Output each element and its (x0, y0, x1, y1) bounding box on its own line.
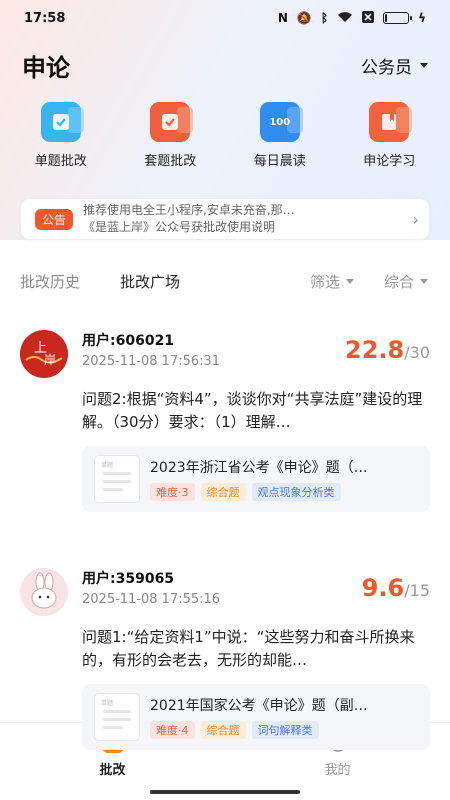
score: 22.8 /30 (345, 336, 430, 364)
feed-tabs: 批改历史 批改广场 筛选 综合 (0, 256, 450, 306)
score-total: /30 (404, 343, 430, 362)
tag-list: 难度·3 综合题 观点现象分析类 (150, 483, 418, 501)
user-name: 用户:606021 (82, 333, 175, 349)
wifi-icon (337, 11, 353, 26)
paper-title: 2021年国家公考《申论》题（副… (150, 698, 368, 714)
announcement-line: 《是蓝上岸》公众号获批改使用说明 (83, 220, 276, 234)
question-text: 问题2:根据“资料4”，谈谈你对“共享法庭”建设的理解。（30分）要求：（1）理… (82, 390, 423, 431)
chevron-down-icon (420, 278, 428, 284)
score-value: 9.6 (361, 574, 405, 602)
thumbnail-label: 单题 (101, 462, 114, 469)
page-header: 申论 公务员 (0, 36, 450, 94)
type-tag: 综合题 (200, 483, 246, 501)
filter-label: 筛选 (309, 272, 340, 291)
announcement-text: 推荐使用电全王小程序,安卓未充奋,那… 《是蓝上岸》公众号获批改使用说明 (83, 202, 403, 236)
no-sim-icon (362, 10, 375, 26)
entry-single-grading[interactable]: 单题批改 (11, 102, 111, 176)
status-icons: N 🔕 ᛒ ϟ (277, 10, 426, 26)
paper-card[interactable]: 单题 2021年国家公考《申论》题（副… 难度·4 综合题 词句解释类 (82, 684, 430, 750)
morning-read-badge: 100 (269, 116, 291, 128)
chevron-down-icon (420, 62, 428, 68)
post-time: 2025-11-08 17:55:16 (82, 592, 221, 607)
difficulty-tag: 难度·3 (150, 483, 195, 501)
post-time: 2025-11-08 17:56:31 (82, 354, 221, 369)
nav-label: 批改 (99, 763, 126, 778)
filter-dropdown[interactable]: 筛选 (310, 271, 354, 292)
study-book-icon (369, 102, 413, 142)
announcement-bar[interactable]: 公告 推荐使用电全王小程序,安卓未充奋,那… 《是蓝上岸》公众号获批改使用说明 … (20, 198, 430, 240)
role-label: 公务员 (361, 57, 412, 78)
sort-dropdown[interactable]: 综合 (384, 271, 428, 292)
paper-thumbnail: 单题 (94, 693, 140, 741)
score-value: 22.8 (345, 336, 405, 364)
quick-entries: 单题批改 套题批改 100 每日晨读 申论学习 (0, 94, 450, 176)
chevron-right-icon: › (412, 209, 419, 229)
nav-label: 我的 (324, 763, 351, 778)
category-tag: 观点现象分析类 (251, 483, 341, 501)
type-tag: 综合题 (200, 721, 246, 739)
feed-post[interactable]: 用户:359065 2025-11-08 17:55:16 9.6 /15 问题… (0, 568, 450, 750)
score-total: /15 (404, 581, 430, 600)
entry-study[interactable]: 申论学习 (339, 102, 439, 176)
page-title: 申论 (22, 53, 70, 82)
paper-thumbnail: 单题 (94, 455, 140, 503)
chevron-down-icon (345, 278, 354, 284)
announcement-badge: 公告 (35, 208, 74, 230)
charging-icon: ϟ (418, 11, 426, 25)
bluetooth-icon: ᛒ (320, 11, 329, 25)
avatar[interactable] (20, 568, 68, 616)
user-name: 用户:359065 (82, 571, 175, 587)
sort-label: 综合 (383, 272, 414, 291)
tag-list: 难度·4 综合题 词句解释类 (150, 721, 418, 739)
home-indicator (150, 790, 300, 794)
question-text: 问题1:“给定资料1”中说：“这些努力和奋斗所换来的，有形的会老去，无形的却能… (82, 628, 415, 669)
entry-label: 套题批改 (144, 154, 197, 169)
status-bar: 17:58 N 🔕 ᛒ ϟ (0, 0, 450, 36)
single-grading-icon (40, 102, 84, 142)
announcement-line: 推荐使用电全王小程序,安卓未充奋,那… (83, 203, 295, 217)
entry-label: 每日晨读 (253, 154, 306, 169)
difficulty-tag: 难度·4 (150, 721, 195, 739)
entry-label: 申论学习 (363, 154, 416, 169)
svg-text:岸: 岸 (44, 353, 56, 367)
grading-feed: 上 岸 用户:606021 2025-11-08 17:56:31 22.8 /… (0, 330, 450, 750)
tab-square[interactable]: 批改广场 (120, 271, 180, 292)
entry-morning-read[interactable]: 100 每日晨读 (230, 102, 330, 176)
role-selector[interactable]: 公务员 (361, 53, 428, 78)
set-grading-icon (150, 102, 194, 142)
mute-icon: 🔕 (296, 11, 312, 25)
feed-post[interactable]: 上 岸 用户:606021 2025-11-08 17:56:31 22.8 /… (0, 330, 450, 512)
score: 9.6 /15 (362, 574, 430, 602)
entry-set-grading[interactable]: 套题批改 (120, 102, 220, 176)
status-time: 17:58 (24, 10, 66, 26)
battery-icon (383, 12, 413, 24)
paper-title: 2023年浙江省公考《申论》题（… (150, 460, 368, 476)
avatar[interactable]: 上 岸 (20, 330, 68, 378)
tab-history[interactable]: 批改历史 (20, 271, 80, 292)
morning-read-icon: 100 (259, 102, 303, 142)
category-tag: 词句解释类 (251, 721, 319, 739)
thumbnail-label: 单题 (101, 700, 114, 707)
entry-label: 单题批改 (34, 154, 87, 169)
paper-card[interactable]: 单题 2023年浙江省公考《申论》题（… 难度·3 综合题 观点现象分析类 (82, 446, 430, 512)
nfc-icon: N (277, 11, 288, 25)
